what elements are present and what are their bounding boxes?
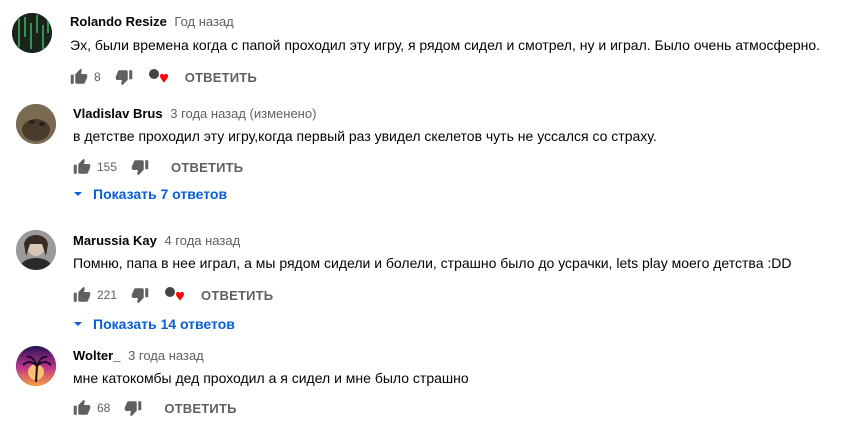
reply-button[interactable]: ОТВЕТИТЬ	[164, 401, 236, 416]
chevron-down-icon	[74, 192, 82, 196]
creator-heart-icon	[163, 285, 185, 305]
comment-text: Помню, папа в нее играл, а мы рядом сиде…	[73, 255, 792, 271]
like-count: 221	[97, 288, 118, 302]
avatar[interactable]	[16, 230, 56, 270]
avatar[interactable]	[16, 346, 56, 386]
comment-time[interactable]: 4 года назад	[164, 233, 240, 248]
reply-button[interactable]: ОТВЕТИТЬ	[201, 288, 273, 303]
show-replies-button[interactable]: Показать 7 ответов	[73, 186, 227, 202]
thumb-down-icon[interactable]	[131, 158, 149, 176]
comment-actions: 155 ОТВЕТИТЬ	[73, 157, 243, 177]
like-count: 68	[97, 401, 111, 415]
author-name[interactable]: Vladislav Brus	[73, 106, 163, 121]
reply-button[interactable]: ОТВЕТИТЬ	[171, 160, 243, 175]
show-replies-button[interactable]: Показать 14 ответов	[73, 316, 235, 332]
thumb-up-icon[interactable]	[73, 286, 91, 304]
comment-time[interactable]: Год назад	[174, 14, 233, 29]
avatar[interactable]	[16, 104, 56, 144]
like-count: 8	[94, 70, 101, 84]
comment-time[interactable]: 3 года назад	[128, 348, 204, 363]
thumb-down-icon[interactable]	[115, 68, 133, 86]
thumb-up-icon[interactable]	[73, 399, 91, 417]
comment-header: Marussia Kay 4 года назад	[73, 233, 240, 248]
comment-header: Rolando Resize Год назад	[70, 14, 234, 29]
chevron-down-icon	[74, 322, 82, 326]
thumb-up-icon[interactable]	[70, 68, 88, 86]
show-replies-label: Показать 14 ответов	[93, 316, 235, 332]
comment-time[interactable]: 3 года назад (изменено)	[170, 106, 316, 121]
thumb-up-icon[interactable]	[73, 158, 91, 176]
show-replies-label: Показать 7 ответов	[93, 186, 228, 202]
reply-button[interactable]: ОТВЕТИТЬ	[185, 70, 257, 85]
comment-text: в детстве проходил эту игру,когда первый…	[73, 128, 657, 144]
avatar[interactable]	[12, 13, 52, 53]
thumb-down-icon[interactable]	[124, 399, 142, 417]
comment-actions: 221 ОТВЕТИТЬ	[73, 285, 273, 305]
comment-text: мне катокомбы дед проходил а я сидел и м…	[73, 370, 469, 386]
author-name[interactable]: Wolter_	[73, 348, 120, 363]
comment-text: Эх, были времена когда с папой проходил …	[70, 37, 821, 53]
author-name[interactable]: Rolando Resize	[70, 14, 167, 29]
thumb-down-icon[interactable]	[131, 286, 149, 304]
comment-header: Wolter_ 3 года назад	[73, 348, 204, 363]
comment-actions: 68 ОТВЕТИТЬ	[73, 398, 237, 418]
author-name[interactable]: Marussia Kay	[73, 233, 157, 248]
comment-actions: 8 ОТВЕТИТЬ	[70, 67, 257, 87]
creator-heart-icon	[147, 67, 169, 87]
comment-header: Vladislav Brus 3 года назад (изменено)	[73, 106, 316, 121]
like-count: 155	[97, 160, 118, 174]
